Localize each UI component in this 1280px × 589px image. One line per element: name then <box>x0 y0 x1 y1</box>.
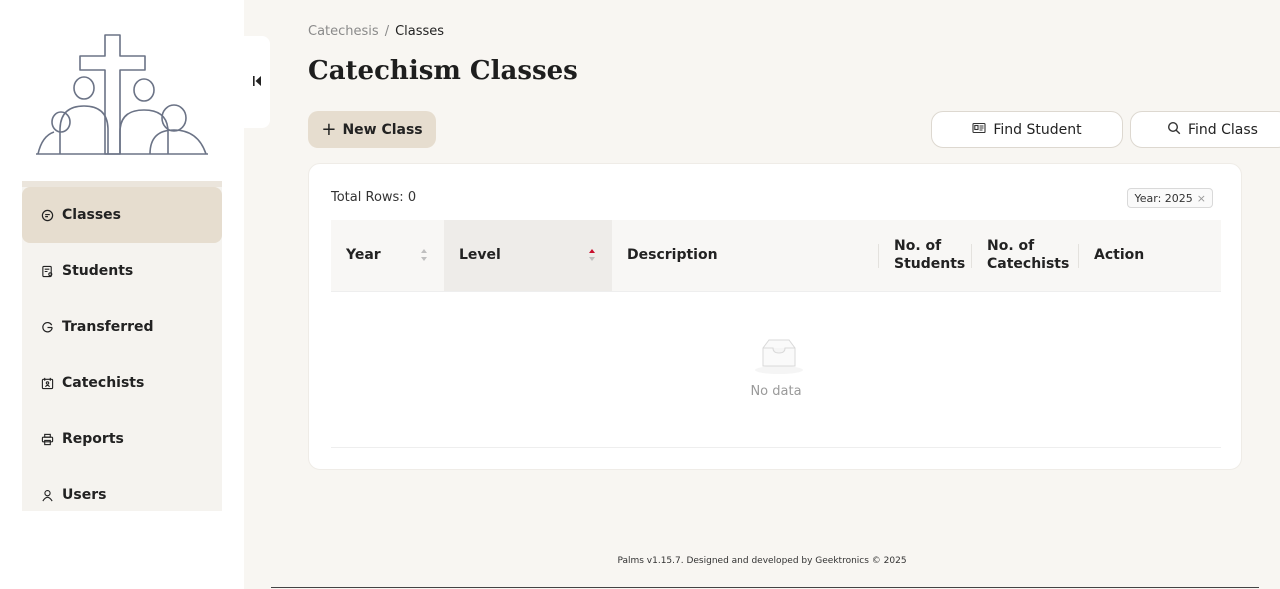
collapse-left-icon <box>253 75 261 89</box>
classes-table-card: Total Rows: 0 Year: 2025 × Year Level De… <box>308 163 1242 470</box>
sidebar-item-label: Users <box>62 487 107 503</box>
collapse-sidebar-button[interactable] <box>244 36 270 128</box>
column-header-description: Description <box>612 220 879 291</box>
column-header-label: No. of Students <box>894 238 966 272</box>
empty-state: No data <box>331 292 1221 448</box>
column-header-students: No. of Students <box>879 220 972 291</box>
sidebar-item-users[interactable]: Users <box>22 467 222 511</box>
sidebar-item-students[interactable]: Students <box>22 243 222 299</box>
user-icon <box>40 488 54 502</box>
close-icon[interactable]: × <box>1197 192 1206 205</box>
column-header-action: Action <box>1079 220 1221 291</box>
page-title: Catechism Classes <box>308 56 578 86</box>
footer-divider <box>271 587 1259 588</box>
sidebar: Classes Students Transferred Catechists … <box>0 0 244 589</box>
empty-text: No data <box>750 384 802 399</box>
year-filter-tag[interactable]: Year: 2025 × <box>1127 188 1213 208</box>
new-class-label: New Class <box>342 121 423 138</box>
sidebar-item-reports[interactable]: Reports <box>22 411 222 467</box>
sidebar-item-label: Students <box>62 263 134 279</box>
column-header-catechists: No. of Catechists <box>972 220 1079 291</box>
breadcrumb-current: Classes <box>395 24 445 39</box>
find-student-button[interactable]: Find Student <box>931 111 1123 148</box>
column-header-label: No. of Catechists <box>987 238 1070 272</box>
find-student-label: Find Student <box>993 121 1082 138</box>
total-rows-label: Total Rows: 0 <box>331 190 417 205</box>
sort-ascending-icon <box>589 249 595 261</box>
catechist-icon <box>40 376 54 390</box>
church-logo <box>36 34 208 155</box>
breadcrumb-separator: / <box>384 24 390 39</box>
table-header: Year Level Description No. of Students N… <box>331 220 1221 292</box>
plus-icon: + <box>321 118 337 140</box>
column-header-label: Description <box>627 246 718 263</box>
id-card-icon <box>972 121 986 139</box>
sidebar-item-label: Transferred <box>62 319 154 335</box>
chat-bubble-icon <box>40 208 54 222</box>
column-header-label: Year <box>346 246 381 263</box>
breadcrumb: Catechesis / Classes <box>308 24 444 39</box>
sidebar-item-label: Classes <box>62 207 122 223</box>
column-header-label: Action <box>1094 246 1145 263</box>
sidebar-item-label: Catechists <box>62 375 145 391</box>
column-header-label: Level <box>459 246 501 263</box>
column-header-level[interactable]: Level <box>444 220 612 291</box>
filter-tag-label: Year: 2025 <box>1134 191 1193 205</box>
transfer-icon <box>40 320 54 334</box>
sidebar-item-catechists[interactable]: Catechists <box>22 355 222 411</box>
printer-icon <box>40 432 54 446</box>
search-icon <box>1167 121 1181 139</box>
column-header-year[interactable]: Year <box>331 220 444 291</box>
find-class-label: Find Class <box>1188 121 1258 138</box>
footer-text: Palms v1.15.7. Designed and developed by… <box>617 556 907 566</box>
sort-icon <box>421 249 427 261</box>
empty-inbox-icon <box>755 339 803 374</box>
find-class-button[interactable]: Find Class <box>1130 111 1280 148</box>
breadcrumb-root[interactable]: Catechesis <box>308 24 379 39</box>
sidebar-item-classes[interactable]: Classes <box>22 187 222 243</box>
new-class-button[interactable]: + New Class <box>308 111 436 148</box>
sidebar-menu: Classes Students Transferred Catechists … <box>22 181 222 511</box>
sidebar-item-label: Reports <box>62 431 124 447</box>
sidebar-item-transferred[interactable]: Transferred <box>22 299 222 355</box>
student-card-icon <box>40 264 54 278</box>
